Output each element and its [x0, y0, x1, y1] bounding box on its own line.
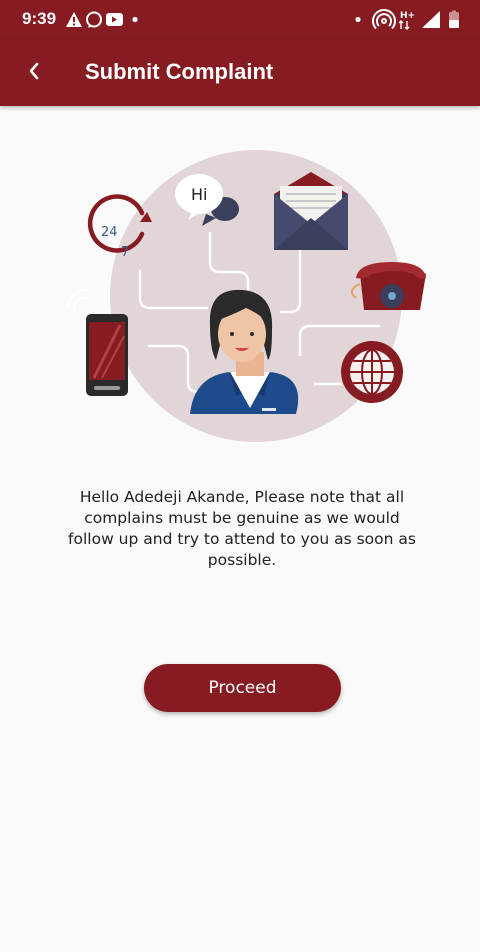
whatsapp-icon [86, 11, 102, 28]
customer-support-illustration: Hi 24 7 [66, 150, 426, 442]
svg-text:H+: H+ [400, 11, 415, 21]
battery-icon [449, 10, 459, 28]
clock-7-label: 7 [121, 245, 129, 260]
page-title: Submit Complaint [85, 59, 274, 84]
system-icons: H+ [355, 9, 459, 30]
proceed-button[interactable]: Proceed [144, 664, 341, 712]
dot-icon [355, 16, 361, 23]
chevron-left-icon [29, 62, 39, 80]
clock-24-label: 24 [101, 225, 118, 240]
notification-icons [66, 11, 138, 28]
back-button[interactable] [18, 54, 54, 90]
complaint-notice-text: Hello Adedeji Akande, Please note that a… [68, 487, 416, 569]
speech-text: Hi [191, 185, 207, 204]
status-time: 9:39 [22, 9, 57, 28]
globe-icon [341, 341, 403, 403]
data-hplus-icon: H+ [398, 11, 415, 30]
hotspot-icon [372, 9, 396, 30]
status-bar: 9:39 H+ [0, 0, 480, 40]
youtube-icon [106, 13, 123, 26]
warning-icon [66, 12, 82, 27]
dot-icon [132, 16, 138, 23]
app-bar: Submit Complaint [0, 40, 480, 106]
signal-icon [422, 11, 440, 28]
